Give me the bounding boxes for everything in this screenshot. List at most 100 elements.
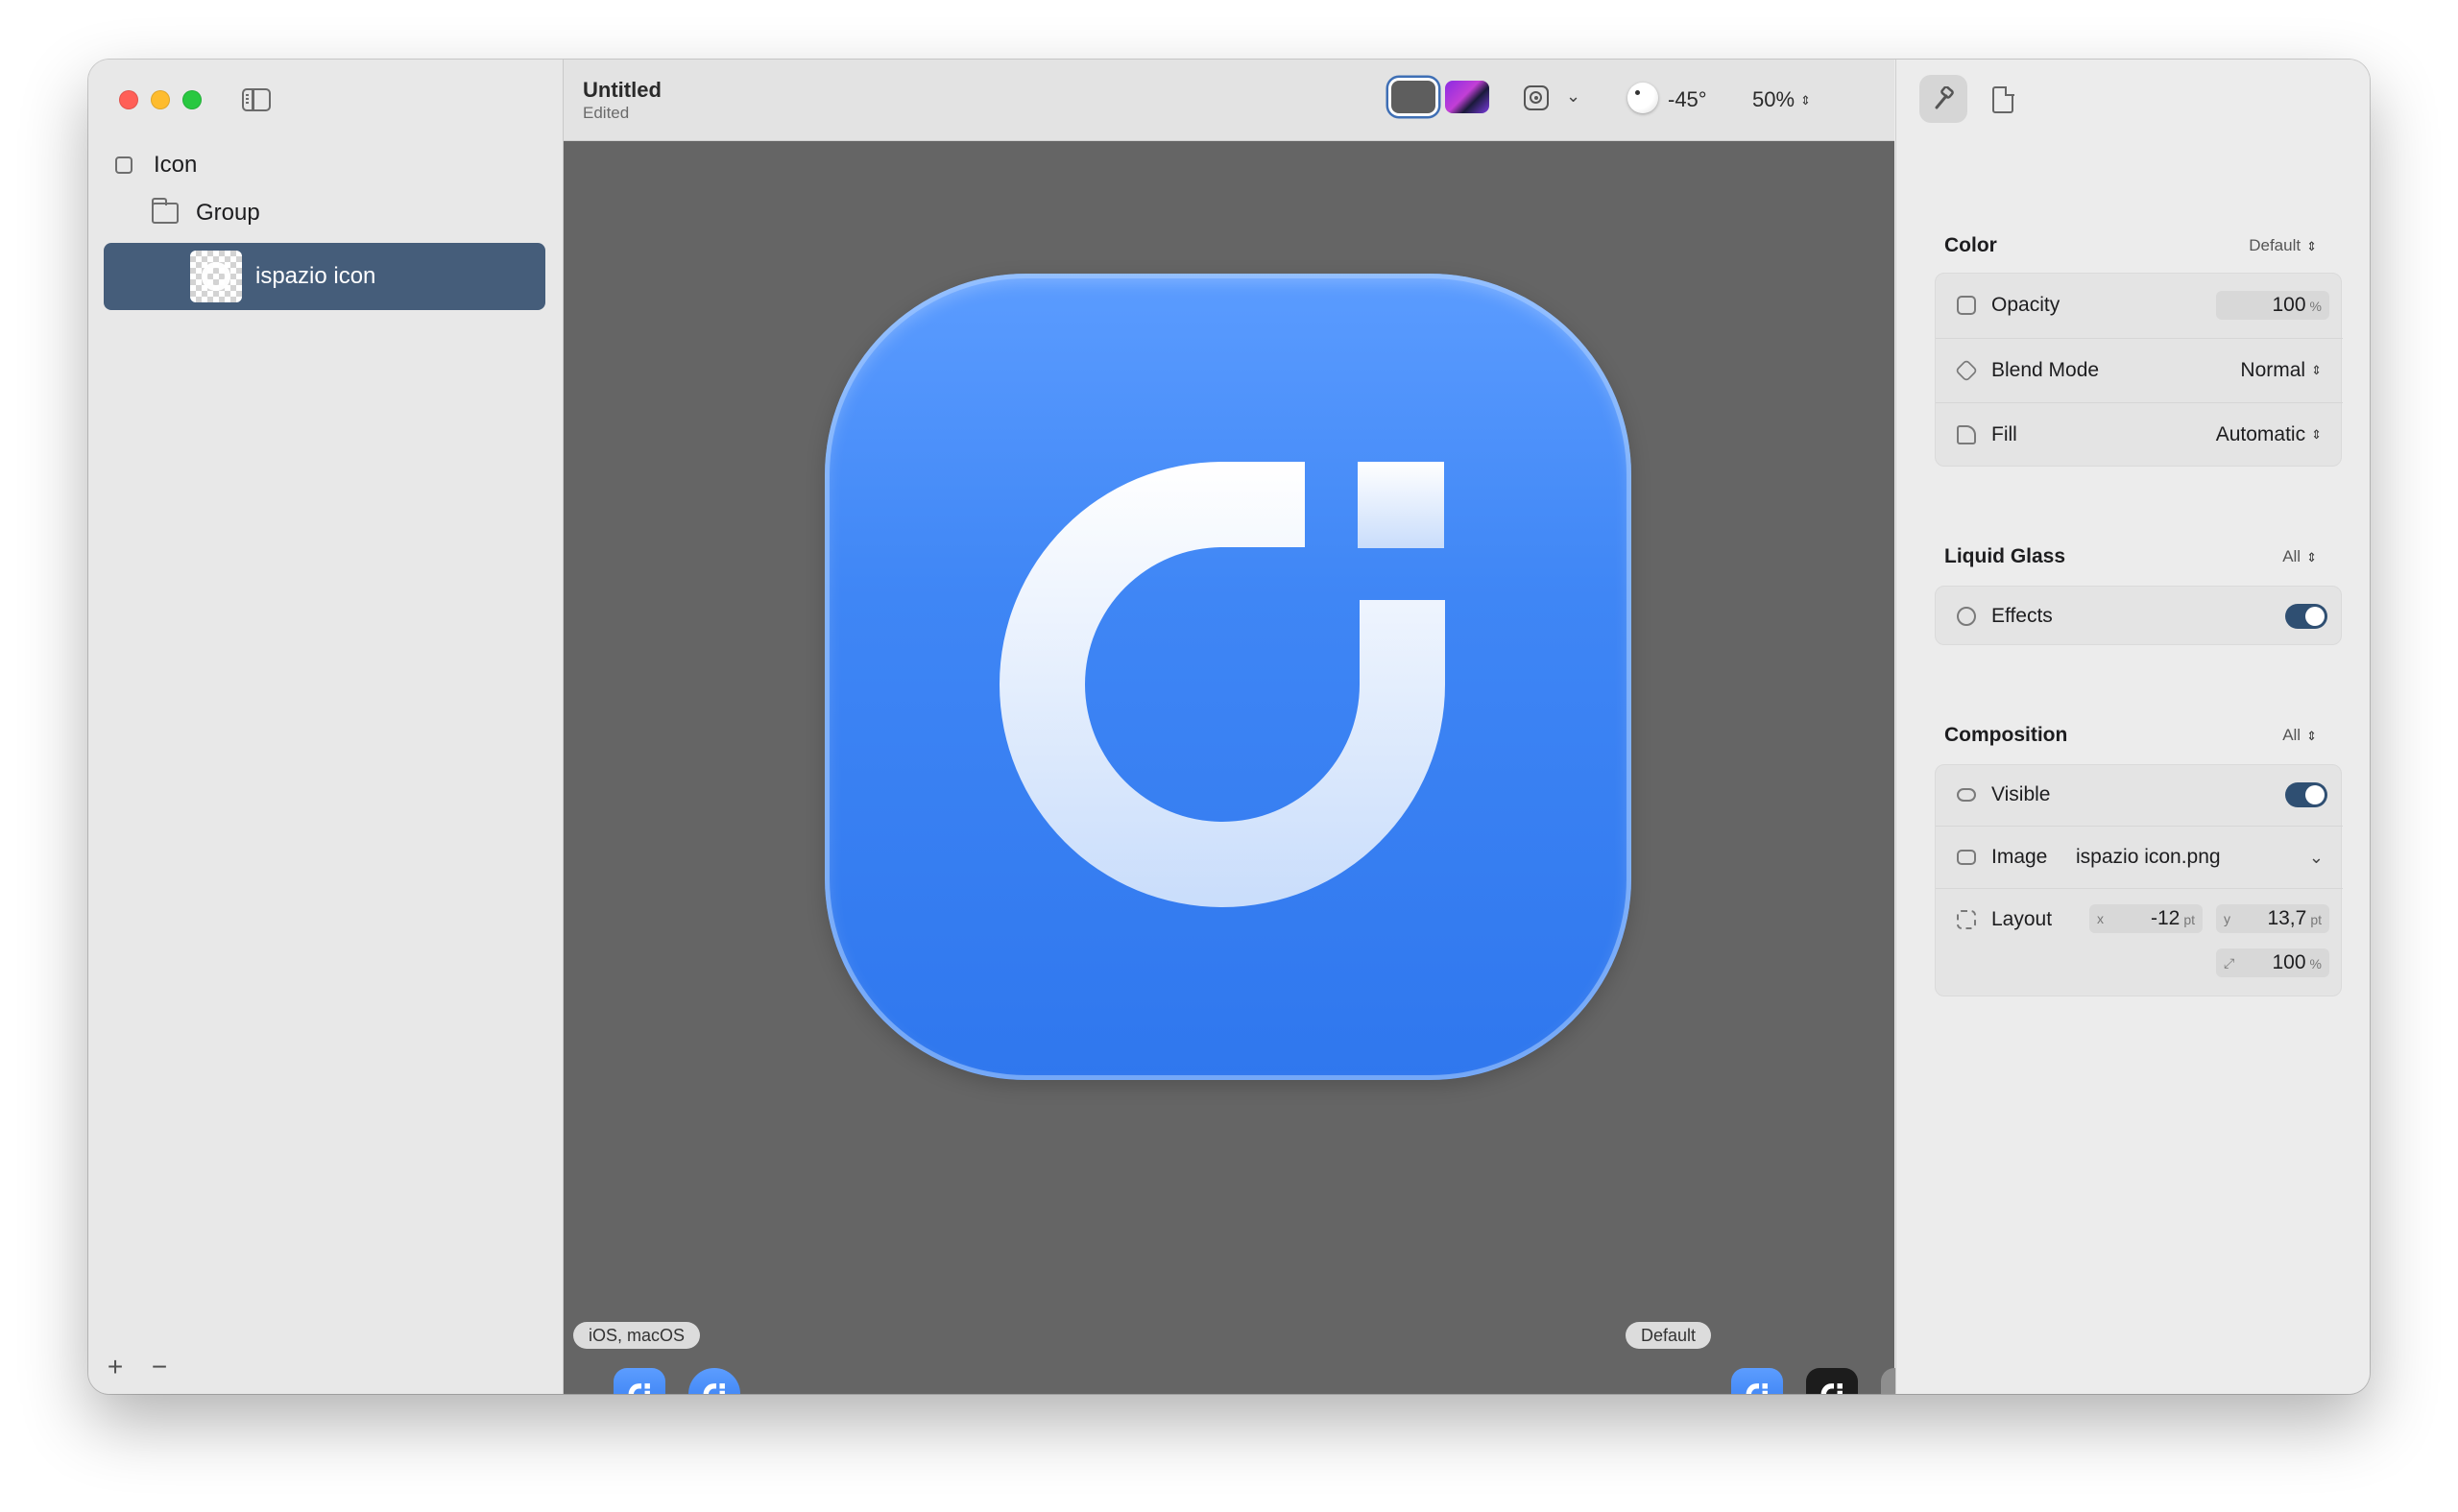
- zoom-control[interactable]: 50% ⇕: [1752, 87, 1811, 112]
- opacity-icon: [1957, 296, 1976, 315]
- liquid-glass-mode-select[interactable]: All ⇕: [2282, 547, 2317, 566]
- y-unit: pt: [2310, 912, 2322, 927]
- stepper-icon: ⇕: [2306, 549, 2317, 564]
- x-axis-label: x: [2097, 911, 2104, 926]
- tab-appearance[interactable]: [1919, 75, 1967, 123]
- layout-scale-field[interactable]: ⤢ 100%: [2216, 948, 2329, 977]
- preview-macos-icon[interactable]: [688, 1368, 740, 1394]
- eye-icon: [1957, 788, 1976, 802]
- fill-value: Automatic: [2215, 423, 2306, 445]
- background-swatch-gradient[interactable]: [1445, 81, 1489, 113]
- image-file-select[interactable]: ispazio icon.png: [2076, 846, 2221, 869]
- visible-toggle[interactable]: [2285, 782, 2327, 807]
- composition-group: Visible Image ispazio icon.png ⌄ Layout …: [1935, 764, 2343, 996]
- minimize-window-button[interactable]: [151, 90, 170, 109]
- appearance-label: Default: [1626, 1322, 1712, 1349]
- blend-mode-value: Normal: [2240, 359, 2306, 381]
- preview-ios-icon[interactable]: [614, 1368, 665, 1394]
- maximize-window-button[interactable]: [182, 90, 202, 109]
- appearance-icon[interactable]: [1524, 85, 1549, 110]
- effects-icon: [1957, 607, 1976, 626]
- color-group: Opacity 100% Blend Mode Normal ⇕ Fill Aut…: [1935, 273, 2343, 467]
- remove-layer-button[interactable]: −: [146, 1354, 173, 1380]
- blend-mode-select[interactable]: Normal ⇕: [2240, 359, 2322, 382]
- section-title-liquid-glass: Liquid Glass: [1944, 545, 2066, 567]
- opacity-label: Opacity: [1991, 294, 2060, 316]
- visible-row: Visible: [1936, 765, 2343, 825]
- image-thumbnail: [190, 251, 242, 302]
- document-title: Untitled: [583, 78, 662, 102]
- stepper-icon: ⇕: [2311, 363, 2322, 378]
- chevron-down-icon[interactable]: ⌄: [1566, 86, 1580, 107]
- image-row: Image ispazio icon.png ⌄: [1936, 826, 2343, 888]
- y-axis-label: y: [2224, 911, 2230, 926]
- resize-icon: [1957, 910, 1976, 929]
- ispazio-glyph-icon: [703, 1383, 725, 1394]
- sidebar: Icon Group ispazio icon + −: [88, 60, 564, 1394]
- layer-item-group[interactable]: Group: [151, 188, 260, 238]
- color-mode-value: Default: [2249, 236, 2301, 254]
- liquid-glass-mode-value: All: [2282, 547, 2301, 565]
- effects-label: Effects: [1991, 605, 2053, 627]
- x-value: -12: [2150, 907, 2181, 929]
- platform-label: iOS, macOS: [573, 1322, 701, 1349]
- color-mode-select[interactable]: Default ⇕: [2249, 236, 2317, 255]
- scale-value: 100: [2272, 951, 2306, 973]
- opacity-field[interactable]: 100%: [2216, 291, 2329, 320]
- layout-x-field[interactable]: x -12 pt: [2089, 904, 2203, 933]
- layer-item-label: Group: [196, 200, 260, 226]
- stepper-icon: ⇕: [2311, 427, 2322, 443]
- layout-y-field[interactable]: y 13,7 pt: [2216, 904, 2329, 933]
- ispazio-glyph-icon: [628, 1383, 650, 1394]
- section-title-color: Color: [1944, 234, 1997, 256]
- composition-mode-select[interactable]: All ⇕: [2282, 726, 2317, 745]
- background-swatch-gray[interactable]: [1391, 81, 1435, 113]
- ispazio-glyph-icon: [1000, 462, 1445, 907]
- fill-select[interactable]: Automatic ⇕: [2216, 423, 2322, 446]
- effects-toggle[interactable]: [2285, 604, 2327, 629]
- blend-mode-label: Blend Mode: [1991, 359, 2100, 381]
- document-icon[interactable]: [1992, 85, 2014, 113]
- layout-row: Layout x -12 pt y 13,7 pt ⤢ 100%: [1936, 888, 2343, 996]
- section-title-composition: Composition: [1944, 724, 2068, 746]
- opacity-unit: %: [2309, 299, 2322, 314]
- liquid-glass-group: Effects: [1935, 586, 2342, 645]
- window-controls: [119, 90, 202, 109]
- layout-label: Layout: [1991, 908, 2053, 930]
- preview-default-icon[interactable]: [1731, 1368, 1783, 1394]
- toolbar: Untitled Edited ⌄ -45° 50% ⇕: [564, 60, 1894, 141]
- paint-bucket-icon: [1957, 425, 1976, 444]
- inspector: Color Default ⇕ Opacity 100% Blend Mode N…: [1895, 60, 2370, 1394]
- folder-icon: [151, 198, 179, 224]
- opacity-value: 100: [2272, 294, 2306, 316]
- scale-arrows-icon: ⤢: [2224, 955, 2235, 971]
- thumbnail-glyph-icon: [202, 262, 230, 291]
- add-layer-button[interactable]: +: [102, 1354, 129, 1380]
- y-value: 13,7: [2267, 907, 2307, 929]
- blend-mode-row: Blend Mode Normal ⇕: [1936, 338, 2343, 402]
- preview-dark-icon[interactable]: [1806, 1368, 1858, 1394]
- close-window-button[interactable]: [119, 90, 138, 109]
- chevron-down-icon[interactable]: ⌄: [2309, 848, 2324, 868]
- app-window: Icon Group ispazio icon + − Untitled Edi…: [88, 60, 2370, 1394]
- effects-row: Effects: [1936, 585, 2343, 648]
- layer-item-label: Icon: [154, 152, 198, 178]
- x-unit: pt: [2183, 912, 2195, 927]
- light-angle-value: -45°: [1668, 87, 1707, 111]
- stepper-icon: ⇕: [2306, 728, 2317, 743]
- layers-icon: [1954, 358, 1979, 383]
- layer-item-icon[interactable]: Icon: [115, 140, 197, 190]
- stepper-icon: ⇕: [1800, 93, 1811, 108]
- app-icon-preview[interactable]: [825, 274, 1631, 1080]
- canvas[interactable]: iOS, macOS Default: [564, 141, 1933, 1394]
- light-direction-dial[interactable]: [1627, 83, 1658, 113]
- photo-icon: [1957, 850, 1976, 865]
- ispazio-glyph-icon: [1820, 1383, 1843, 1394]
- visible-label: Visible: [1991, 783, 2051, 805]
- layer-item-ispazio-icon[interactable]: ispazio icon: [104, 243, 545, 310]
- scale-unit: %: [2309, 956, 2322, 972]
- opacity-row: Opacity 100%: [1936, 274, 2343, 337]
- document-status: Edited: [583, 104, 630, 122]
- fill-label: Fill: [1991, 423, 2017, 445]
- sidebar-toggle-icon[interactable]: [242, 88, 271, 111]
